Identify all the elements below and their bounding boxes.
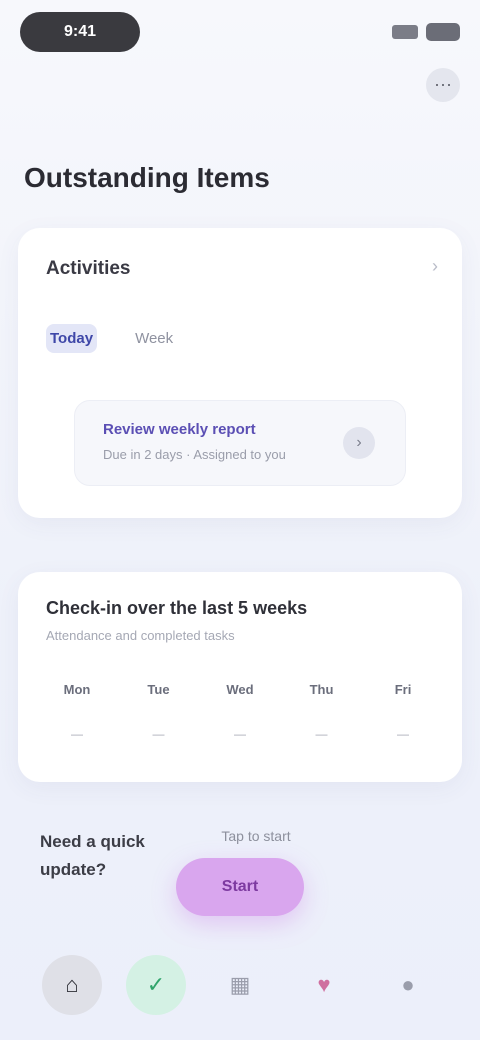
start-button[interactable]: Start	[176, 858, 304, 916]
day-item[interactable]: Fri —	[372, 682, 434, 741]
segment-control: Today Week	[46, 324, 177, 353]
tab-bar: ⌂ ✓ ▦ ♥ ●	[0, 930, 480, 1040]
activities-title: Activities	[46, 258, 131, 279]
days-row: Mon — Tue — Wed — Thu — Fri —	[46, 682, 434, 741]
weekly-title: Check-in over the last 5 weeks	[46, 598, 308, 618]
top-bar: ⋯	[20, 60, 460, 110]
signal-icon	[392, 25, 418, 39]
day-item[interactable]: Tue —	[128, 682, 190, 741]
activity-item[interactable]: Review weekly report Due in 2 days · Ass…	[74, 400, 406, 486]
day-item[interactable]: Wed —	[209, 682, 271, 741]
heart-icon[interactable]: ♥	[294, 955, 354, 1015]
battery-icon	[426, 23, 460, 41]
home-icon[interactable]: ⌂	[42, 955, 102, 1015]
weekly-subtitle: Attendance and completed tasks	[46, 628, 235, 643]
status-bar: 9:41	[20, 12, 460, 52]
day-item[interactable]: Mon —	[46, 682, 108, 741]
day-value: —	[397, 727, 409, 741]
activity-item-title: Review weekly report	[103, 421, 256, 438]
promo-text: Need a quick update?	[40, 832, 145, 879]
day-item[interactable]: Thu —	[291, 682, 353, 741]
day-value: —	[152, 727, 165, 741]
promo-top-label: Tap to start	[221, 828, 291, 844]
arrow-icon[interactable]: ›	[343, 427, 375, 459]
day-value: —	[71, 727, 83, 741]
page-title: Outstanding Items	[24, 162, 270, 193]
day-label: Mon	[63, 682, 91, 697]
segment-today[interactable]: Today	[46, 324, 98, 353]
time-display: 9:41	[20, 12, 140, 52]
day-value: —	[315, 727, 328, 741]
activities-card: Activities › Today Week Review weekly re…	[18, 228, 462, 518]
day-label: Fri	[394, 682, 412, 697]
day-label: Tue	[147, 682, 170, 697]
activity-item-subtitle: Due in 2 days · Assigned to you	[103, 447, 286, 462]
day-value: —	[234, 727, 246, 741]
check-icon[interactable]: ✓	[126, 955, 186, 1015]
more-icon[interactable]: ⋯	[426, 68, 460, 102]
segment-week[interactable]: Week	[131, 324, 177, 353]
user-icon[interactable]: ●	[378, 955, 438, 1015]
chevron-right-icon[interactable]: ›	[432, 256, 438, 277]
status-icons	[392, 23, 460, 41]
calendar-icon[interactable]: ▦	[210, 955, 270, 1015]
weekly-card: Check-in over the last 5 weeks Attendanc…	[18, 572, 462, 782]
day-label: Thu	[309, 682, 334, 697]
day-label: Wed	[226, 682, 254, 697]
